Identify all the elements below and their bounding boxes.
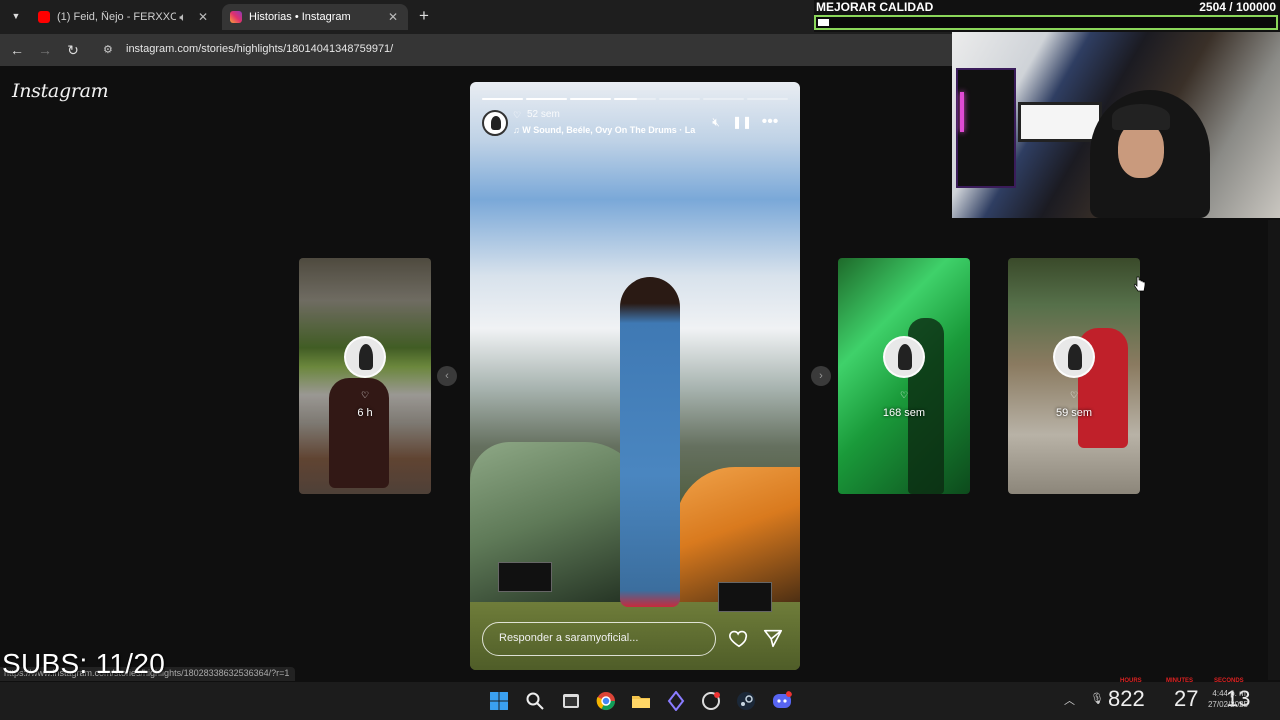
- story-progress-fill: [526, 98, 568, 100]
- story-progress-segment: [658, 98, 700, 100]
- task-view-icon[interactable]: [561, 691, 581, 711]
- story-progress-fill: [570, 98, 612, 100]
- story-progress-segment: [746, 98, 788, 100]
- clock-date: 27/02/2025: [1207, 700, 1248, 709]
- hand-cursor-icon: [1134, 276, 1146, 292]
- story-photo-plate: [498, 562, 552, 592]
- show-hidden-icons-chevron-icon[interactable]: ︿: [1064, 692, 1075, 708]
- story-progress-segment: [702, 98, 744, 100]
- counter-minutes: 27: [1174, 686, 1199, 711]
- file-explorer-icon[interactable]: [631, 691, 651, 711]
- story-time: 59 sem: [1055, 407, 1093, 419]
- app-diamond-icon[interactable]: [666, 691, 686, 711]
- avatar: [1053, 336, 1095, 378]
- side-story-next[interactable]: ♡ 168 sem: [838, 258, 970, 494]
- story-progress-fill: [482, 98, 524, 100]
- story-time: 6 h: [357, 407, 373, 419]
- webcam-pc-tower: [956, 68, 1016, 188]
- story-photo-woman: [620, 277, 680, 607]
- quality-goal-count: 2504 / 100000: [1199, 0, 1276, 14]
- webcam-cap: [1112, 104, 1170, 130]
- close-tab-icon[interactable]: ✕: [196, 10, 210, 24]
- counter-seconds-label: SECONDS: [1214, 678, 1244, 684]
- chrome-icon[interactable]: [596, 691, 616, 711]
- instagram-favicon-icon: [230, 11, 242, 23]
- site-info-icon[interactable]: ⚙︎: [103, 43, 113, 56]
- story-progress-segment: [614, 98, 656, 100]
- side-story-previous[interactable]: ♡ 6 h: [299, 258, 431, 494]
- counter-hours: 822: [1108, 686, 1145, 711]
- counter-minutes-label: MINUTES: [1166, 678, 1193, 684]
- url-field[interactable]: instagram.com/stories/highlights/1801404…: [126, 43, 393, 55]
- story-viewer[interactable]: ♡ 52 sem ♫ W Sound, Beéle, Ovy On The Dr…: [470, 82, 800, 670]
- avatar: [344, 336, 386, 378]
- story-time: 52 sem: [527, 109, 560, 120]
- taskbar-clock[interactable]: 4:44 p. m. 27/02/2025: [1200, 688, 1248, 710]
- side-story-next[interactable]: ♡ 59 sem: [1008, 258, 1140, 494]
- avatar[interactable]: [482, 110, 508, 136]
- send-icon[interactable]: [762, 627, 784, 649]
- quality-goal-label: MEJORAR CALIDAD: [816, 0, 934, 14]
- new-tab-button[interactable]: +: [414, 6, 434, 26]
- recording-app-icon[interactable]: [701, 691, 721, 711]
- back-arrow-icon[interactable]: ←: [8, 41, 26, 59]
- discord-icon[interactable]: [772, 691, 792, 711]
- webcam-face: [1118, 122, 1164, 178]
- quality-goal-widget: MEJORAR CALIDAD 2504 / 100000: [814, 0, 1280, 32]
- story-progress-fill: [614, 98, 638, 100]
- search-icon[interactable]: [525, 691, 545, 711]
- tab-search-chevron-icon[interactable]: ▼: [6, 7, 26, 25]
- pause-icon[interactable]: ❚❚: [732, 114, 752, 130]
- webcam-led-strip: [960, 92, 964, 132]
- heart-icon: ♡: [1069, 390, 1079, 400]
- microphone-icon[interactable]: 🎙︎: [1090, 692, 1104, 705]
- story-photo-plate: [718, 582, 772, 612]
- reload-icon[interactable]: ↻: [64, 41, 82, 59]
- steam-icon[interactable]: [736, 691, 756, 711]
- tab-title: Historias • Instagram: [249, 11, 351, 23]
- subs-counter: SUBS: 11/20: [2, 648, 166, 679]
- windows-start-icon[interactable]: [489, 691, 509, 711]
- reply-input[interactable]: Responder a saramyoficial...: [482, 622, 716, 656]
- tab-title: (1) Feid, Ñejo - FERXXO X N: [57, 11, 176, 23]
- windows-taskbar: ︿ 🎙︎ 822 HOURS 27 MINUTES 13 SECONDS 4:4…: [0, 678, 1280, 720]
- story-photo-green-car: [470, 442, 645, 612]
- quality-goal-fill: [818, 19, 829, 26]
- heart-icon[interactable]: [728, 627, 750, 649]
- story-progress-segment: [570, 98, 612, 100]
- heart-icon: ♡: [360, 390, 370, 400]
- more-options-icon[interactable]: •••: [760, 114, 780, 130]
- previous-story-chevron-icon[interactable]: ‹: [437, 366, 457, 386]
- avatar: [883, 336, 925, 378]
- music-note-icon: ♫: [513, 125, 523, 135]
- music-track: W Sound, Beéle, Ovy On The Drums · La: [522, 125, 696, 135]
- youtube-favicon-icon: [38, 11, 50, 23]
- story-progress-segment: [526, 98, 568, 100]
- counter-hours-label: HOURS: [1120, 678, 1142, 684]
- tab-youtube[interactable]: (1) Feid, Ñejo - FERXXO X N 🔈︎ ✕: [30, 4, 218, 30]
- heart-icon: ♡: [899, 390, 909, 400]
- speaker-icon[interactable]: 🔈︎: [176, 10, 190, 25]
- webcam-monitor: [1018, 102, 1102, 142]
- quality-goal-bar: [814, 15, 1278, 30]
- story-time: 168 sem: [882, 407, 926, 419]
- close-tab-icon[interactable]: ✕: [386, 10, 400, 24]
- page-scrollbar[interactable]: [1268, 220, 1280, 680]
- story-music-label[interactable]: ♫ W Sound, Beéle, Ovy On The Drums · La: [513, 125, 698, 135]
- next-story-chevron-icon[interactable]: ›: [811, 366, 831, 386]
- story-progress-segment: [482, 98, 524, 100]
- clock-time: 4:44 p. m.: [1212, 689, 1248, 698]
- webcam-feed: [952, 32, 1280, 218]
- forward-arrow-icon[interactable]: →: [36, 41, 54, 59]
- address-bar: ← → ↻ ⚙︎ instagram.com/stories/highlight…: [0, 34, 955, 66]
- instagram-logo[interactable]: Instagram: [12, 80, 109, 102]
- tab-instagram[interactable]: Historias • Instagram ✕: [222, 4, 408, 30]
- mute-icon[interactable]: 🔇︎: [706, 114, 726, 130]
- heart-icon: ♡: [513, 110, 522, 120]
